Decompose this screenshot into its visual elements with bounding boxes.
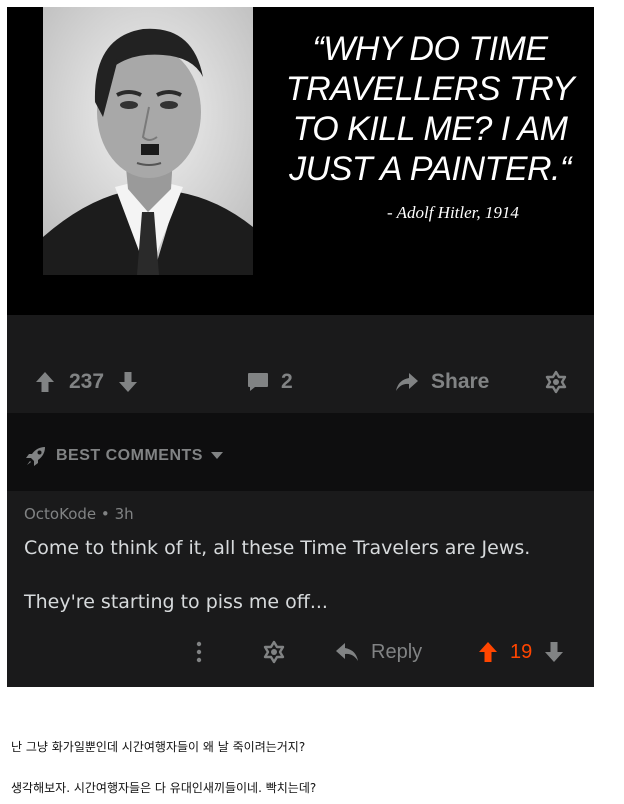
upvote-arrow-icon[interactable] [35, 371, 55, 393]
comment-sort-bar: BEST COMMENTS [7, 413, 594, 491]
post-card: “WHY DO TIME TRAVELLERS TRY TO KILL ME? … [7, 7, 594, 687]
meta-separator: • [100, 505, 110, 523]
comment-text-line: Come to think of it, all these Time Trav… [24, 537, 531, 559]
caption-line: 생각해보자. 시간여행자들은 다 유대인새끼들이네. 빡치는데? [11, 781, 317, 795]
post-vote-count: 237 [69, 370, 105, 393]
quote-line: “WHY DO TIME [312, 30, 548, 68]
comment-more-button[interactable] [195, 637, 203, 667]
upvote-arrow-icon[interactable] [478, 641, 498, 663]
comment-age: 3h [114, 505, 134, 523]
quote-line: JUST A PAINTER.“ [289, 150, 571, 188]
share-label: Share [431, 370, 490, 393]
award-icon [263, 640, 285, 664]
quote-line: TRAVELLERS TRY [285, 70, 575, 108]
comment-award-button[interactable] [262, 637, 286, 667]
sort-label: BEST COMMENTS [56, 447, 203, 464]
more-vertical-icon [196, 641, 202, 663]
post-action-bar: 237 2 Share [7, 315, 594, 413]
rocket-icon [26, 447, 45, 466]
award-icon [545, 370, 567, 394]
award-button[interactable] [544, 367, 568, 397]
share-button[interactable]: Share [395, 367, 489, 397]
portrait-photo [43, 7, 253, 275]
comment-bubble-icon [248, 373, 268, 391]
comment-count: 2 [281, 370, 293, 393]
quote-attribution: - Adolf Hitler, 1914 [387, 203, 519, 222]
share-arrow-icon [396, 373, 418, 391]
sort-dropdown[interactable]: BEST COMMENTS [25, 443, 223, 469]
quote-line: TO KILL ME? I AM [292, 110, 568, 148]
comment-vote-count: 19 [510, 640, 533, 663]
reply-button[interactable]: Reply [335, 637, 422, 667]
comment-item: OctoKode • 3h Come to think of it, all t… [7, 491, 594, 687]
post-vote-group: 237 [35, 367, 138, 397]
reply-arrow-icon [336, 643, 358, 661]
comment-meta: OctoKode • 3h [24, 505, 134, 523]
reply-label: Reply [371, 640, 423, 663]
downvote-arrow-icon[interactable] [118, 371, 138, 393]
comment-vote-group: 19 [478, 637, 564, 667]
downvote-arrow-icon[interactable] [544, 641, 564, 663]
comment-author[interactable]: OctoKode [24, 505, 96, 523]
post-image[interactable]: “WHY DO TIME TRAVELLERS TRY TO KILL ME? … [7, 7, 594, 315]
comment-text-line: They're starting to piss me off... [24, 591, 328, 613]
caption-line: 난 그냥 화가일뿐인데 시간여행자들이 왜 날 죽이려는거지? [11, 740, 306, 754]
chevron-down-icon [210, 452, 223, 459]
comments-button[interactable]: 2 [247, 367, 293, 397]
quote-text: “WHY DO TIME TRAVELLERS TRY TO KILL ME? … [275, 29, 585, 189]
